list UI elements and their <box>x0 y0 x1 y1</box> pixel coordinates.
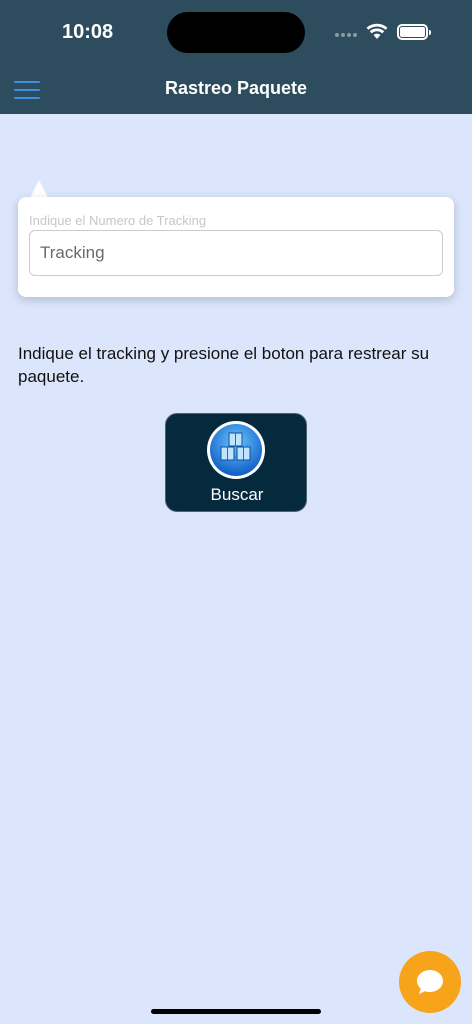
page-title: Rastreo Paquete <box>164 78 308 98</box>
card-pointer <box>30 180 48 198</box>
status-time: 10:08 <box>62 21 114 43</box>
wifi-icon <box>366 23 388 39</box>
home-indicator <box>151 1009 321 1014</box>
instructions-text: Indique el tracking y presione el boton … <box>18 344 430 386</box>
tracking-card: Indique el Numero de Tracking <box>18 197 454 297</box>
chat-bubble-icon <box>417 970 443 994</box>
dynamic-island <box>167 12 305 53</box>
tracking-input[interactable] <box>29 230 443 276</box>
battery-icon <box>397 24 431 40</box>
search-button-label: Buscar <box>210 485 264 504</box>
tracking-field-label: Indique el Numero de Tracking <box>29 213 207 228</box>
cellular-signal-icon <box>335 33 357 37</box>
top-bar: 10:08 Rastreo Paquete <box>0 0 472 114</box>
search-button[interactable]: Buscar <box>165 413 307 512</box>
boxes-icon <box>207 421 265 479</box>
chat-button[interactable] <box>399 951 461 1013</box>
